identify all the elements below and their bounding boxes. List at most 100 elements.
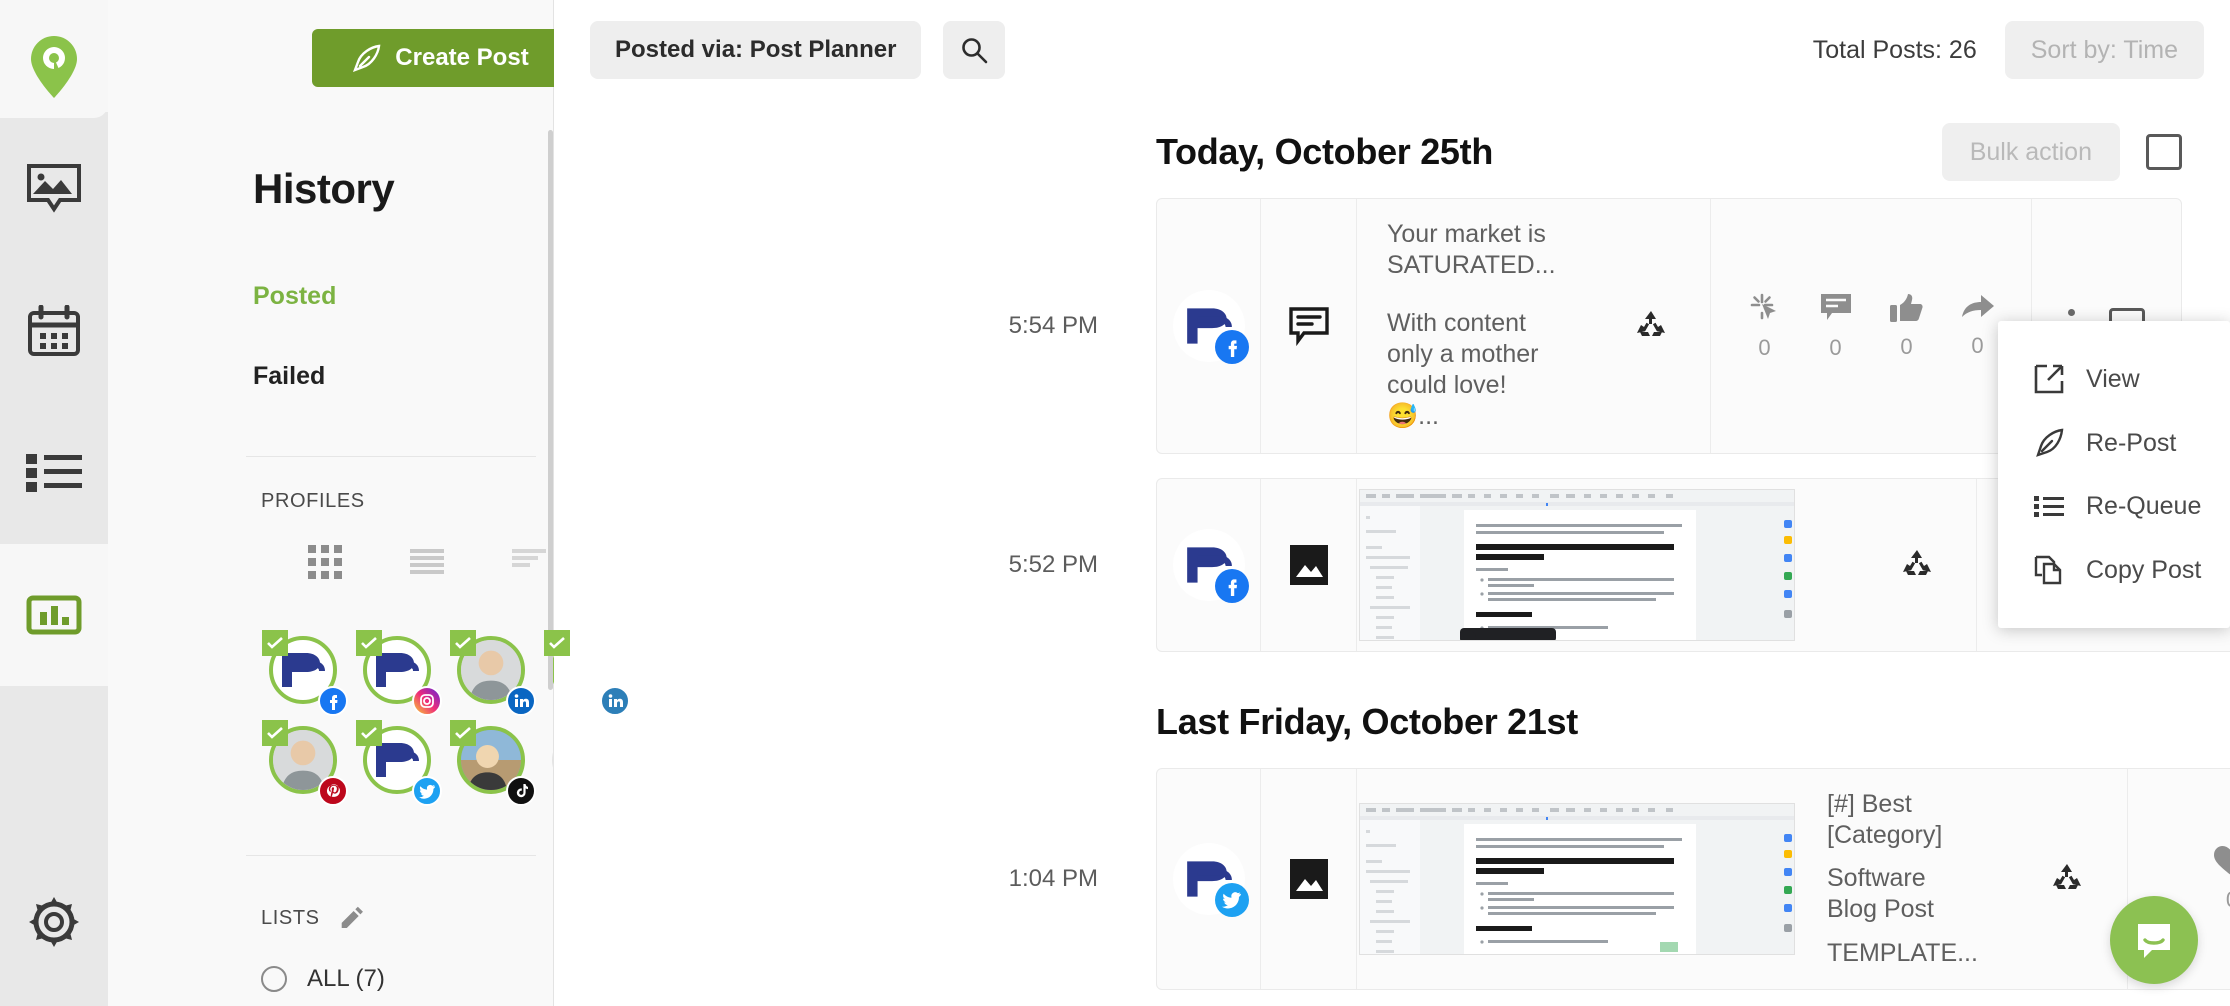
stat-shares[interactable]: 0	[1961, 293, 1995, 359]
lists-label-text: LISTS	[261, 907, 320, 930]
check-icon	[356, 720, 382, 746]
context-menu-item-requeue[interactable]: Re-Queue	[1998, 475, 2230, 538]
sort-by-button[interactable]: Sort by: Time	[2005, 21, 2204, 79]
feather-icon	[353, 44, 381, 72]
app-logo[interactable]	[0, 22, 108, 112]
posts-feed: Today, October 25th Bulk action 5:54 PM	[554, 106, 2230, 1006]
post-type-icon-cell	[1261, 769, 1357, 989]
facebook-icon	[318, 686, 348, 716]
avatar	[1173, 843, 1245, 915]
post-text-line: Software Blog Post	[1827, 863, 1978, 926]
post-thumbnail[interactable]	[1357, 769, 1797, 989]
recycle-icon[interactable]	[1857, 479, 1977, 651]
profile-avatar-pinterest[interactable]	[260, 720, 354, 810]
day-group-header: Today, October 25th Bulk action	[554, 106, 2204, 198]
check-icon	[544, 630, 570, 656]
stat-likes[interactable]: 0	[2214, 845, 2230, 913]
sidebar-item-media-library[interactable]	[0, 118, 108, 260]
sidebar-item-settings[interactable]	[26, 894, 82, 950]
bulk-action-button[interactable]: Bulk action	[1942, 123, 2120, 181]
stat-value: 0	[1829, 335, 1841, 361]
sidebar-item-queue[interactable]	[0, 402, 108, 544]
radio-icon	[261, 966, 287, 992]
profile-avatar-facebook[interactable]	[260, 630, 354, 720]
stat-likes[interactable]: 0	[1890, 292, 1924, 360]
pencil-icon[interactable]	[340, 905, 366, 931]
context-menu-label: Copy Post	[2086, 556, 2201, 585]
stat-comments[interactable]: 0	[1819, 291, 1853, 361]
tiktok-icon	[506, 776, 536, 806]
select-all-checkbox[interactable]	[2146, 134, 2182, 170]
stat-clicks[interactable]: 0	[1748, 291, 1782, 361]
day-header-label: Today, October 25th	[554, 131, 1493, 173]
sidebar-scrollbar[interactable]	[548, 130, 553, 690]
sidebar-divider	[246, 456, 536, 457]
avatar	[1173, 529, 1245, 601]
twitter-icon	[412, 776, 442, 806]
compact-lines-icon[interactable]	[512, 549, 546, 575]
stat-value: 0	[2226, 887, 2230, 913]
pinterest-icon	[318, 776, 348, 806]
recycle-icon[interactable]	[1591, 199, 1711, 453]
post-time: 1:04 PM	[554, 768, 1156, 990]
post-thumbnail[interactable]	[1357, 479, 1797, 651]
context-menu-label: Re-Queue	[2086, 492, 2201, 521]
context-menu-label: Re-Post	[2086, 429, 2176, 458]
list-icon	[2034, 495, 2064, 519]
context-menu-label: View	[2086, 365, 2140, 394]
search-icon	[960, 36, 988, 64]
twitter-icon	[1215, 883, 1249, 917]
post-profile-avatar	[1157, 479, 1261, 651]
google-doc-screenshot	[1359, 489, 1795, 641]
rail-items	[0, 118, 108, 811]
search-button[interactable]	[943, 21, 1005, 79]
chat-widget-button[interactable]	[2110, 896, 2198, 984]
image-post-icon	[1290, 545, 1328, 585]
check-icon	[262, 720, 288, 746]
context-menu-item-copy-post[interactable]: Copy Post	[1998, 538, 2230, 602]
create-post-button[interactable]: Create Post	[312, 29, 570, 87]
post-time: 5:54 PM	[554, 198, 1156, 454]
post-type-icon-cell	[1261, 199, 1357, 453]
external-link-icon	[2034, 364, 2064, 394]
grid-icon[interactable]	[308, 545, 342, 579]
post-profile-avatar	[1157, 199, 1261, 453]
post-text	[1797, 479, 1857, 651]
post-text-line: [#] Best [Category]	[1827, 789, 1978, 852]
toolbar: Posted via: Post Planner Total Posts: 26…	[554, 0, 2230, 100]
sidebar-nav-posted[interactable]: Posted	[253, 282, 336, 311]
check-icon	[450, 720, 476, 746]
recycle-icon[interactable]	[2008, 769, 2128, 989]
lists-section-label: LISTS	[261, 905, 366, 931]
rail-bottom-panel	[0, 766, 108, 1006]
create-post-label: Create Post	[395, 44, 528, 72]
linkedin-icon	[506, 686, 536, 716]
toolbar-right: Total Posts: 26 Sort by: Time	[1813, 21, 2204, 79]
main-content: Posted via: Post Planner Total Posts: 26…	[554, 0, 2230, 1006]
google-doc-screenshot	[1359, 803, 1795, 955]
list-item-all[interactable]: ALL (7)	[261, 965, 385, 993]
lists-divider	[246, 855, 536, 856]
sidebar-item-calendar[interactable]	[0, 260, 108, 402]
sidebar: Create Post History Posted Failed PROFIL…	[108, 0, 554, 1006]
feather-icon	[2034, 428, 2064, 458]
facebook-icon	[1215, 569, 1249, 603]
post-time: 5:52 PM	[554, 478, 1156, 652]
profile-avatar-tiktok[interactable]	[448, 720, 542, 810]
context-menu-item-view[interactable]: View	[1998, 347, 2230, 411]
post-row: 1:04 PM	[554, 768, 2204, 990]
image-post-icon	[1290, 859, 1328, 899]
list-item-label: ALL (7)	[307, 965, 385, 993]
app-root: Create Post History Posted Failed PROFIL…	[0, 0, 2230, 1006]
list-lines-icon[interactable]	[410, 549, 444, 575]
context-menu-item-repost[interactable]: Re-Post	[1998, 411, 2230, 475]
profile-avatar-instagram[interactable]	[354, 630, 448, 720]
posted-via-filter[interactable]: Posted via: Post Planner	[590, 21, 921, 79]
sidebar-item-analytics[interactable]	[0, 544, 108, 686]
profile-avatar-twitter[interactable]	[354, 720, 448, 810]
check-icon	[262, 630, 288, 656]
sidebar-nav-failed[interactable]: Failed	[253, 362, 325, 391]
post-card[interactable]: [#] Best [Category] Software Blog Post T…	[1156, 768, 2230, 990]
intercom-chat-icon	[2132, 918, 2176, 962]
profile-avatar-linkedin-person[interactable]	[448, 630, 542, 720]
